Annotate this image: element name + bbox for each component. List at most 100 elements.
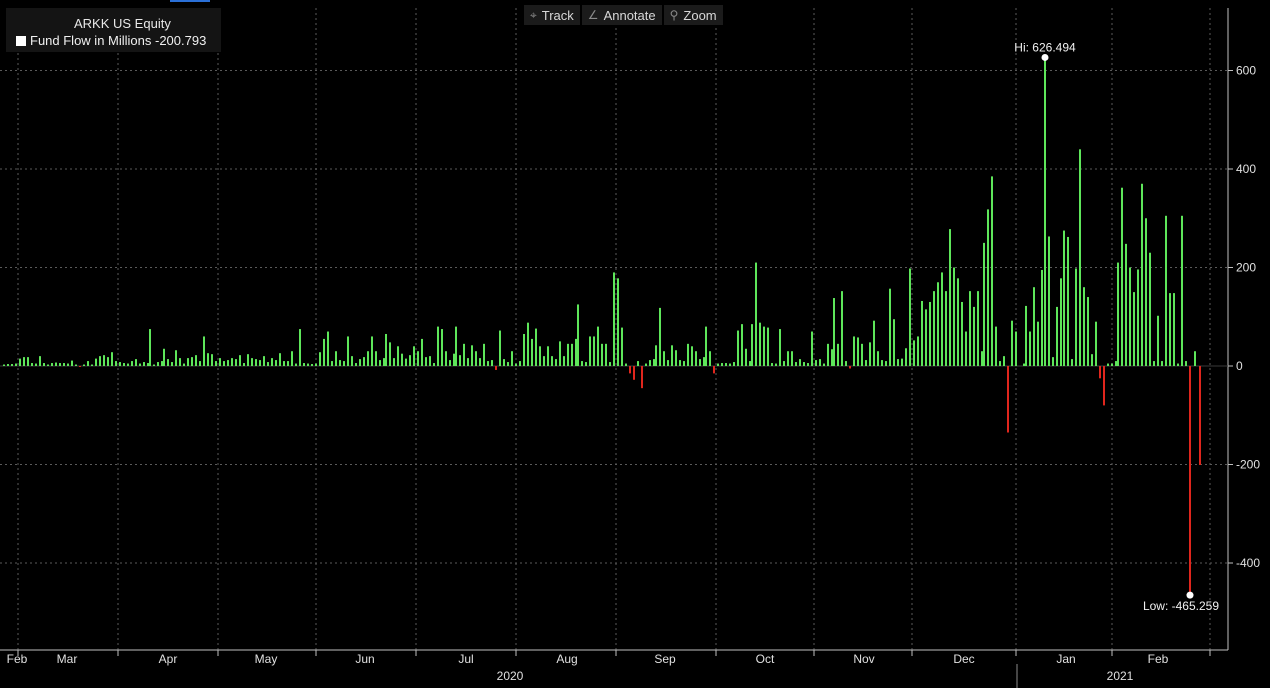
flow-bar <box>55 362 57 366</box>
flow-bar <box>303 363 305 366</box>
flow-bar <box>1133 292 1135 366</box>
flow-bar <box>965 331 967 366</box>
x-tick-label: Jan <box>1056 652 1075 666</box>
flow-bar <box>857 337 859 366</box>
flow-bar <box>937 282 939 366</box>
flow-bar <box>1181 215 1183 366</box>
y-tick-label: 0 <box>1236 359 1243 373</box>
flow-bar <box>1121 187 1123 366</box>
flow-bar <box>267 362 269 366</box>
flow-bar <box>163 348 165 366</box>
track-button[interactable]: ⌖ Track <box>524 5 580 25</box>
flow-bar <box>1185 361 1187 366</box>
x-tick-label: Dec <box>953 652 974 666</box>
flow-bar <box>1033 287 1035 366</box>
flow-bar <box>119 362 121 366</box>
flow-bar <box>231 358 233 366</box>
flow-bar <box>1145 218 1147 366</box>
annotate-button[interactable]: ∠ Annotate <box>581 5 662 25</box>
pencil-icon: ∠ <box>587 8 599 22</box>
x-tick-label: Feb <box>7 652 28 666</box>
flow-bar <box>1003 356 1005 366</box>
x-tick-label: Sep <box>654 652 676 666</box>
flow-bar <box>1044 57 1046 366</box>
flow-bar <box>183 363 185 366</box>
flow-bar <box>687 343 689 366</box>
flow-bar <box>175 350 177 366</box>
flow-bar <box>1067 236 1069 366</box>
flow-bar <box>671 345 673 366</box>
flow-bar <box>401 353 403 366</box>
flow-bar <box>433 363 435 366</box>
flow-bar <box>251 358 253 366</box>
flow-bar <box>483 343 485 366</box>
flow-bar <box>1056 306 1058 366</box>
flow-bar <box>787 351 789 366</box>
flow-bar <box>1079 149 1081 366</box>
flow-bar <box>295 363 297 366</box>
flow-bar <box>135 359 137 366</box>
flow-bar <box>827 343 829 366</box>
flow-bar <box>437 326 439 366</box>
x-tick-label: Oct <box>756 652 775 666</box>
flow-bar <box>949 229 951 366</box>
flow-bar <box>421 338 423 366</box>
flow-bar <box>99 356 101 366</box>
flow-bar <box>467 358 469 366</box>
x-tick-label: Feb <box>1148 652 1169 666</box>
fund-flow-chart: 600 400 200 0 -200 -400 Feb Mar Apr May Jun Jul Aug S… <box>0 8 1260 688</box>
flow-bar <box>23 357 25 366</box>
flow-bar <box>957 278 959 366</box>
flow-bar <box>507 362 509 366</box>
flow-bar <box>929 301 931 366</box>
flow-bar <box>157 362 159 366</box>
flow-bar <box>679 360 681 366</box>
legend-entry[interactable]: Fund Flow in Millions -200.793 <box>16 33 206 48</box>
flow-bar <box>393 358 395 366</box>
flow-bar <box>147 363 149 366</box>
flow-bar <box>171 362 173 366</box>
flow-bar <box>1007 366 1009 433</box>
flow-bar <box>831 349 833 366</box>
flow-bar <box>559 341 561 366</box>
flow-bar <box>503 359 505 366</box>
flow-bar <box>555 359 557 366</box>
flow-bar <box>367 351 369 366</box>
flow-bar <box>417 351 419 366</box>
flow-bar <box>195 355 197 366</box>
flow-bar <box>629 366 631 374</box>
flow-bar <box>659 307 661 366</box>
flow-bar <box>495 366 497 370</box>
flow-bar <box>605 343 607 366</box>
y-tick-label: -400 <box>1236 556 1260 570</box>
flow-bar <box>987 209 989 366</box>
flow-bar <box>111 352 113 366</box>
flow-bar <box>323 338 325 366</box>
zoom-button[interactable]: ⚲ Zoom <box>663 5 723 25</box>
flow-bar <box>601 343 603 366</box>
flow-bar <box>995 326 997 366</box>
flow-bar <box>1060 278 1062 366</box>
flow-bar <box>1177 363 1179 366</box>
flow-bar <box>981 351 983 366</box>
flow-bar <box>307 363 309 366</box>
flow-bar <box>127 363 129 366</box>
flow-bar <box>1029 331 1031 366</box>
flow-bar <box>551 356 553 366</box>
flow-bar <box>331 361 333 366</box>
flow-bar <box>869 342 871 366</box>
flow-bar <box>621 327 623 366</box>
chart-toolbar: ⌖ Track ∠ Annotate ⚲ Zoom <box>524 5 723 25</box>
flow-bar <box>819 359 821 366</box>
flow-bar <box>515 363 517 366</box>
flow-bar <box>259 360 261 366</box>
flow-bar <box>921 300 923 366</box>
x-tick-label: Jun <box>355 652 374 666</box>
flow-bar <box>1117 262 1119 366</box>
flow-bar <box>67 363 69 366</box>
flow-bar <box>897 359 899 366</box>
flow-bar <box>453 353 455 366</box>
flow-bar <box>1165 215 1167 366</box>
flow-bar <box>901 358 903 366</box>
flow-bar <box>271 358 273 366</box>
